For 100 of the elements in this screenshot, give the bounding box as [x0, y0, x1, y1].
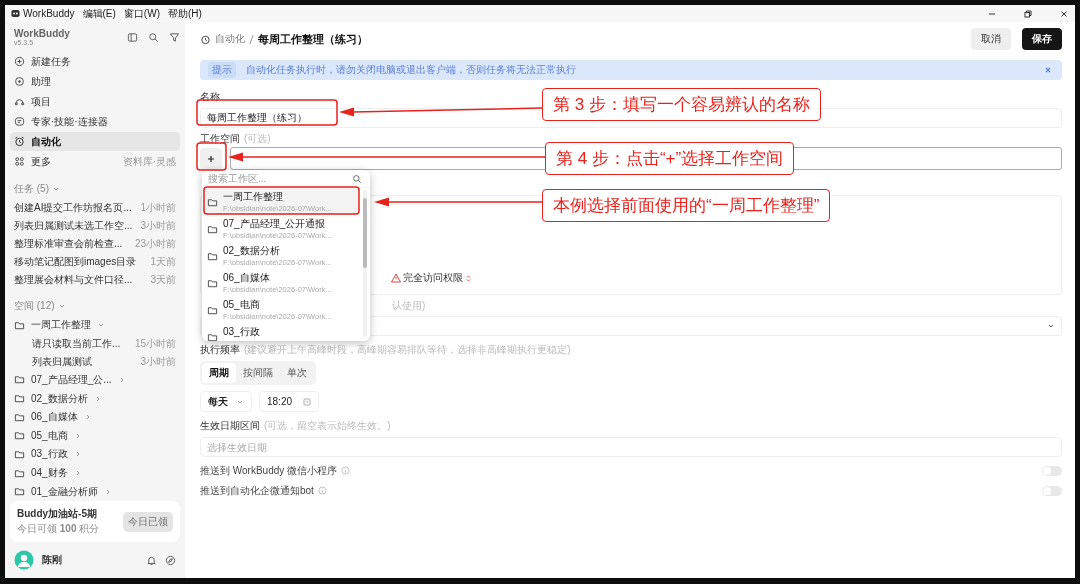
- callout-note: 第 3 步：填写一个容易辨认的名称: [542, 88, 821, 121]
- save-button[interactable]: 保存: [1022, 28, 1062, 50]
- task-title: 移动笔记配图到images目录: [14, 255, 137, 269]
- nav-item[interactable]: 助理: [10, 72, 180, 91]
- task-item[interactable]: 整理标准审查会前检查... 23小时前: [10, 235, 180, 253]
- task-item[interactable]: 列表归属测试未选工作空... 3小时前: [10, 217, 180, 235]
- space-item[interactable]: 05_电商: [10, 426, 180, 446]
- workspace-name: 05_电商: [223, 298, 261, 312]
- menu-item[interactable]: 窗口(W): [123, 6, 160, 21]
- avatar[interactable]: [14, 550, 34, 570]
- folder-icon: [207, 251, 218, 262]
- task-time: 1小时前: [140, 201, 176, 215]
- workspace-search-field[interactable]: 搜索工作区...: [202, 170, 352, 187]
- search-icon[interactable]: [148, 31, 159, 43]
- breadcrumb-link[interactable]: 自动化: [215, 32, 245, 46]
- nav-item[interactable]: 新建任务: [10, 52, 180, 71]
- user-name: 陈刚: [42, 553, 62, 567]
- task-time: 3天前: [150, 273, 176, 287]
- compass-icon[interactable]: [165, 554, 176, 566]
- folder-icon: [207, 224, 218, 235]
- workspace-name: 02_数据分析: [223, 244, 281, 258]
- field-hint: 认使用): [392, 299, 426, 313]
- space-name: 06_自媒体: [31, 410, 78, 425]
- task-item[interactable]: 创建AI提交工作坊报名页... 1小时前: [10, 199, 180, 217]
- space-task-item[interactable]: 请只读取当前工作... 15小时前: [10, 334, 180, 353]
- frequency-tab[interactable]: 单次: [280, 363, 314, 383]
- nav-item[interactable]: 更多 资料库·灵感: [10, 152, 180, 171]
- close-icon[interactable]: [1059, 8, 1069, 19]
- nav-icon: [14, 136, 25, 147]
- folder-icon: [14, 448, 25, 460]
- search-icon: [352, 173, 362, 184]
- chevron-down-icon[interactable]: [57, 302, 66, 310]
- task-time: 23小时前: [134, 237, 176, 251]
- nav-icon: [14, 96, 25, 107]
- highlight-frame: [196, 142, 227, 171]
- chevron-down-icon: [1047, 322, 1055, 330]
- up-down-icon[interactable]: [465, 273, 472, 283]
- task-time: 15小时前: [134, 336, 176, 351]
- nav-item[interactable]: 项目: [10, 92, 180, 111]
- notice-badge: 提示: [208, 62, 236, 78]
- date-field[interactable]: 选择生效日期: [200, 437, 1062, 457]
- workspace-name: 07_产品经理_公开通报: [223, 217, 327, 231]
- permission-selector[interactable]: 完全访问权限: [403, 271, 463, 285]
- frequency-tab[interactable]: 周期: [202, 363, 236, 383]
- workspace-name: 06_自媒体: [223, 271, 271, 285]
- task-item[interactable]: 移动笔记配图到images目录 1天前: [10, 253, 180, 271]
- workspace-name: 03_行政: [223, 325, 260, 339]
- cancel-button[interactable]: 取消: [971, 28, 1011, 50]
- menu-item[interactable]: 帮助(H): [167, 6, 202, 21]
- nav-icon: [14, 56, 25, 67]
- scrollbar[interactable]: [363, 190, 367, 337]
- frequency-tab[interactable]: 按间隔: [236, 363, 280, 383]
- folder-icon: [207, 332, 218, 341]
- space-item[interactable]: 01_金融分析师: [10, 482, 180, 501]
- sidebar-app-name: WorkBuddy: [14, 28, 71, 39]
- folder-icon: [14, 486, 25, 498]
- space-name: 03_行政: [31, 447, 68, 462]
- info-icon: [317, 486, 327, 495]
- menu-item[interactable]: 编辑(E): [82, 6, 116, 21]
- task-title: 请只读取当前工作...: [32, 336, 121, 351]
- section-header[interactable]: 任务 (5): [14, 182, 49, 196]
- notice-text: 自动化任务执行时，请勿关闭电脑或退出客户端，否则任务将无法正常执行: [246, 63, 576, 77]
- workspace-option[interactable]: 03_行政: [202, 323, 359, 341]
- space-item[interactable]: 06_自媒体: [10, 407, 180, 427]
- folder-icon: [207, 197, 218, 208]
- restore-icon[interactable]: [1023, 8, 1033, 19]
- section-header[interactable]: 空间 (12): [14, 299, 55, 313]
- folder-icon: [14, 319, 25, 331]
- toggle-label: 推送到 WorkBuddy 微信小程序: [200, 463, 338, 478]
- filter-icon[interactable]: [169, 31, 180, 43]
- task-title: 整理展会材料与文件口径...: [14, 273, 133, 287]
- chevron-down-icon[interactable]: [52, 185, 60, 193]
- nav-icon: [14, 116, 25, 127]
- task-item[interactable]: 整理展会材料与文件口径... 3天前: [10, 271, 180, 289]
- space-task-item[interactable]: 列表归属测试 3小时前: [10, 352, 180, 371]
- folder-icon: [14, 411, 25, 423]
- folder-icon: [14, 467, 25, 479]
- nav-item[interactable]: 自动化: [10, 132, 180, 151]
- repeat-select[interactable]: 每天: [200, 391, 252, 412]
- nav-item[interactable]: 专家·技能·连接器: [10, 112, 180, 131]
- panel-toggle-icon[interactable]: [127, 31, 138, 43]
- bell-icon[interactable]: [146, 554, 157, 566]
- task-title: 创建AI提交工作坊报名页...: [14, 201, 132, 215]
- space-item[interactable]: 一周工作整理: [10, 316, 180, 335]
- space-name: 04_财务: [31, 466, 68, 481]
- space-item[interactable]: 02_数据分析: [10, 389, 180, 408]
- info-icon: [341, 466, 351, 475]
- toggle-label: 推送到自动化企微通知bot: [200, 483, 314, 498]
- space-item[interactable]: 04_财务: [10, 463, 180, 483]
- task-time: 3小时前: [140, 219, 176, 233]
- callout-note: 本例选择前面使用的“一周工作整理”: [542, 189, 831, 222]
- promo-text: 今日可领 100 积分: [17, 522, 101, 536]
- app-logo-icon: [11, 9, 20, 18]
- clock-icon: [303, 397, 311, 406]
- add-button[interactable]: [200, 147, 222, 170]
- space-item[interactable]: 03_行政: [10, 445, 180, 464]
- field-label: 执行频率: [200, 343, 240, 357]
- time-field[interactable]: 18:20: [259, 391, 319, 412]
- task-title: 列表归属测试: [32, 354, 92, 369]
- space-item[interactable]: 07_产品经理_公...: [10, 370, 180, 390]
